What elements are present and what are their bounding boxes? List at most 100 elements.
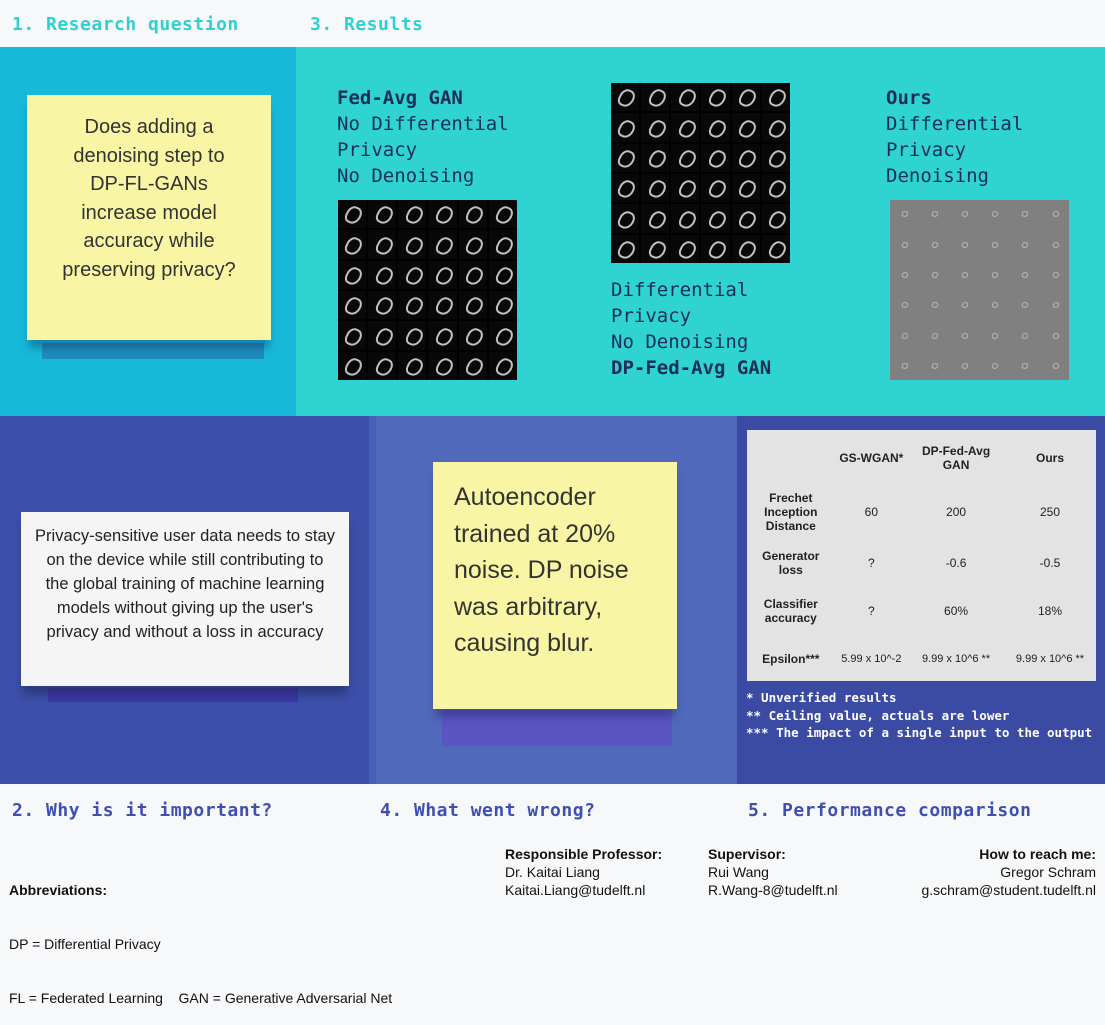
sample-image <box>731 234 760 263</box>
abbr-dp: DP = Differential Privacy <box>9 936 161 952</box>
sample-image <box>338 321 367 350</box>
sample-image <box>761 143 790 172</box>
sample-image <box>920 260 949 289</box>
wrong-panel: Autoencoder trained at 20% noise. DP noi… <box>376 416 737 784</box>
sample-image <box>1040 351 1069 380</box>
sample-image <box>671 83 700 112</box>
results-panel: Fed-Avg GAN No Differential Privacy No D… <box>296 47 1105 416</box>
sample-image <box>671 174 700 203</box>
col-header-dpfedavg: DP-Fed-Avg GAN <box>921 444 991 472</box>
sample-image <box>338 291 367 320</box>
note-3: *** The impact of a single input to the … <box>746 725 1093 740</box>
sample-image <box>368 260 397 289</box>
table-cell: -0.6 <box>945 556 967 570</box>
sample-image <box>890 200 919 229</box>
ours-line3: Denoising <box>886 165 989 187</box>
sample-image <box>1040 230 1069 259</box>
perf-panel: GS-WGAN* DP-Fed-Avg GAN Ours Frechet Inc… <box>737 416 1105 784</box>
sample-image <box>368 230 397 259</box>
sup-email: R.Wang-8@tudelft.nl <box>708 882 838 898</box>
wrong-note: Autoencoder trained at 20% noise. DP noi… <box>433 462 677 709</box>
sample-image <box>1040 321 1069 350</box>
sample-image <box>731 143 760 172</box>
ours-title: Ours <box>886 87 932 109</box>
sample-image <box>731 204 760 233</box>
dpfedavg-title: DP-Fed-Avg GAN <box>611 357 772 379</box>
sample-image <box>920 351 949 380</box>
sample-image <box>950 200 979 229</box>
sample-image <box>950 291 979 320</box>
header-what-went-wrong: 4. What went wrong? <box>380 800 596 821</box>
sample-image <box>398 321 427 350</box>
sample-image <box>488 260 517 289</box>
sample-image <box>398 260 427 289</box>
sample-image <box>488 351 517 380</box>
sample-image <box>488 200 517 229</box>
sample-image <box>1010 351 1039 380</box>
table-row: Classifier accuracy ? 60% 18% <box>747 578 1096 644</box>
prof-name: Dr. Kaitai Liang <box>505 864 600 880</box>
sample-image <box>611 174 640 203</box>
row-label: Classifier accuracy <box>763 597 818 625</box>
fedavg-line3: No Denoising <box>337 165 475 187</box>
sample-image <box>458 351 487 380</box>
sample-image <box>338 230 367 259</box>
table-cell: 9.99 x 10^6 ** <box>921 653 991 665</box>
sample-image <box>398 291 427 320</box>
dpfedavg-line3: No Denoising <box>611 331 749 353</box>
header-why-important: 2. Why is it important? <box>12 800 273 821</box>
dpfedavg-line1: Differential <box>611 279 749 301</box>
sample-image <box>488 230 517 259</box>
why-panel: Privacy-sensitive user data needs to sta… <box>0 416 369 784</box>
row-label: Frechet Inception Distance <box>764 491 818 533</box>
ours-line2: Privacy <box>886 139 967 161</box>
sample-image <box>368 321 397 350</box>
prof-title: Responsible Professor: <box>505 846 663 862</box>
sample-image <box>611 143 640 172</box>
fedavg-line1: No Differential <box>337 113 509 135</box>
sample-image <box>761 234 790 263</box>
sample-image <box>731 113 760 142</box>
sample-image <box>701 204 730 233</box>
table-cell: 60 <box>864 505 879 519</box>
sample-image <box>671 204 700 233</box>
sample-image <box>458 260 487 289</box>
sample-image <box>731 174 760 203</box>
col-header-empty <box>747 440 835 476</box>
comparison-notes: * Unverified results ** Ceiling value, a… <box>746 689 1096 742</box>
sample-image <box>890 291 919 320</box>
footer-supervisor: Supervisor: Rui Wang R.Wang-8@tudelft.nl <box>708 845 838 899</box>
contact-title: How to reach me: <box>979 846 1096 862</box>
prof-email: Kaitai.Liang@tudelft.nl <box>505 882 646 898</box>
row-label: Generator loss <box>762 549 820 577</box>
sample-image <box>1010 200 1039 229</box>
sample-image <box>920 200 949 229</box>
sample-image <box>1010 230 1039 259</box>
sample-image <box>458 321 487 350</box>
sample-image <box>641 174 670 203</box>
why-note: Privacy-sensitive user data needs to sta… <box>21 512 349 686</box>
sample-image <box>980 351 1009 380</box>
contact-email: g.schram@student.tudelft.nl <box>921 882 1096 898</box>
row-label: Epsilon*** <box>762 652 820 666</box>
research-panel: Does adding a denoising step to DP-FL-GA… <box>0 47 296 416</box>
sample-image <box>1040 200 1069 229</box>
sample-image <box>611 83 640 112</box>
sample-image <box>488 321 517 350</box>
sample-image <box>701 174 730 203</box>
sample-image <box>338 260 367 289</box>
header-research-question: 1. Research question <box>12 14 239 35</box>
sample-image <box>368 291 397 320</box>
sup-title: Supervisor: <box>708 846 786 862</box>
sample-image <box>980 230 1009 259</box>
sample-image <box>611 204 640 233</box>
sample-image <box>458 200 487 229</box>
note-2: ** Ceiling value, actuals are lower <box>746 707 1010 723</box>
sample-image <box>611 113 640 142</box>
footer-contact: How to reach me: Gregor Schram g.schram@… <box>921 845 1096 899</box>
why-text: Privacy-sensitive user data needs to sta… <box>35 527 335 641</box>
sample-image <box>641 143 670 172</box>
table-row: Generator loss ? -0.6 -0.5 <box>747 548 1096 578</box>
note-1: * Unverified results <box>746 690 897 705</box>
sample-image <box>980 321 1009 350</box>
